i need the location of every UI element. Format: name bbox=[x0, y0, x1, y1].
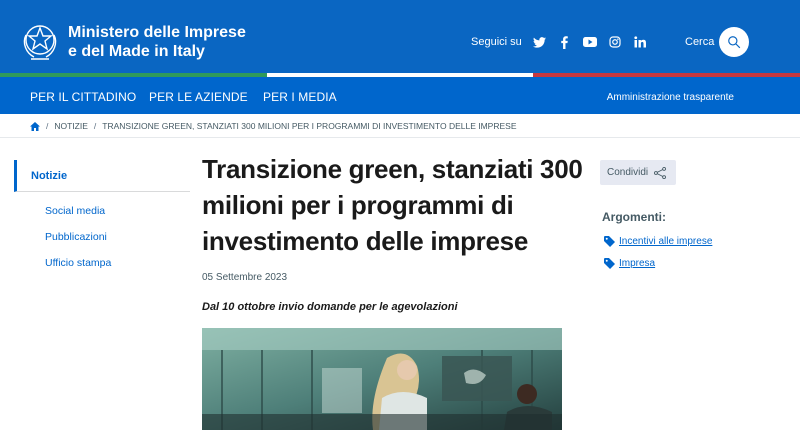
social-label: Seguici su bbox=[471, 36, 522, 48]
search-label[interactable]: Cerca bbox=[685, 36, 714, 48]
search-icon bbox=[728, 36, 741, 49]
sidebar-item-news[interactable]: Notizie bbox=[14, 160, 190, 192]
youtube-icon[interactable] bbox=[582, 35, 598, 49]
topic-link-label: Impresa bbox=[619, 258, 656, 269]
instagram-icon[interactable] bbox=[607, 35, 623, 49]
sidebar-item-press-office[interactable]: Ufficio stampa bbox=[45, 257, 111, 269]
breadcrumb-current: TRANSIZIONE GREEN, STANZIATI 300 MILIONI… bbox=[102, 121, 517, 131]
search-button[interactable] bbox=[719, 27, 749, 57]
linkedin-icon[interactable] bbox=[632, 35, 648, 49]
article-title: Transizione green, stanziati 300 milioni… bbox=[202, 154, 583, 256]
share-label: Condividi bbox=[607, 167, 649, 178]
sidebar-item-social-media[interactable]: Social media bbox=[45, 205, 105, 217]
breadcrumb-separator: / bbox=[46, 121, 49, 131]
sidebar-item-publications[interactable]: Pubblicazioni bbox=[45, 231, 107, 243]
ministry-name-line2: e del Made in Italy bbox=[68, 43, 205, 60]
facebook-icon[interactable] bbox=[557, 35, 573, 49]
twitter-icon[interactable] bbox=[532, 35, 548, 49]
nav-transparency-link[interactable]: Amministrazione trasparente bbox=[607, 92, 734, 103]
share-icon bbox=[654, 166, 667, 179]
home-icon[interactable] bbox=[30, 121, 40, 131]
main-navbar: PER IL CITTADINO PER LE AZIENDE PER I ME… bbox=[0, 77, 800, 114]
article-image bbox=[202, 328, 562, 430]
topic-link[interactable]: Incentivi alle imprese bbox=[604, 236, 712, 247]
sidebar-item-news-label: Notizie bbox=[31, 170, 68, 182]
article-date: 05 Settembre 2023 bbox=[202, 272, 288, 283]
breadcrumb-news[interactable]: NOTIZIE bbox=[54, 121, 88, 131]
topics-title: Argomenti: bbox=[602, 210, 666, 224]
nav-item-citizen[interactable]: PER IL CITTADINO bbox=[30, 90, 136, 104]
breadcrumb-separator: / bbox=[93, 121, 97, 131]
ministry-name-line1: Ministero delle Imprese bbox=[68, 24, 246, 41]
nav-item-media[interactable]: PER I MEDIA bbox=[263, 90, 337, 104]
republic-emblem-icon[interactable] bbox=[20, 19, 60, 63]
share-button[interactable]: Condividi bbox=[600, 160, 676, 185]
social-links: Seguici su bbox=[471, 35, 657, 49]
breadcrumb: / NOTIZIE / TRANSIZIONE GREEN, STANZIATI… bbox=[30, 121, 517, 131]
ministry-name[interactable]: Ministero delle Imprese e del Made in It… bbox=[68, 23, 246, 61]
tag-icon bbox=[604, 236, 615, 247]
site-header: Ministero delle Imprese e del Made in It… bbox=[0, 0, 800, 73]
breadcrumb-divider bbox=[0, 137, 800, 138]
topic-link[interactable]: Impresa bbox=[604, 258, 655, 269]
tag-icon bbox=[604, 258, 615, 269]
topic-link-label: Incentivi alle imprese bbox=[619, 236, 713, 247]
nav-item-companies[interactable]: PER LE AZIENDE bbox=[149, 90, 248, 104]
article-subtitle: Dal 10 ottobre invio domande per le agev… bbox=[202, 301, 458, 313]
